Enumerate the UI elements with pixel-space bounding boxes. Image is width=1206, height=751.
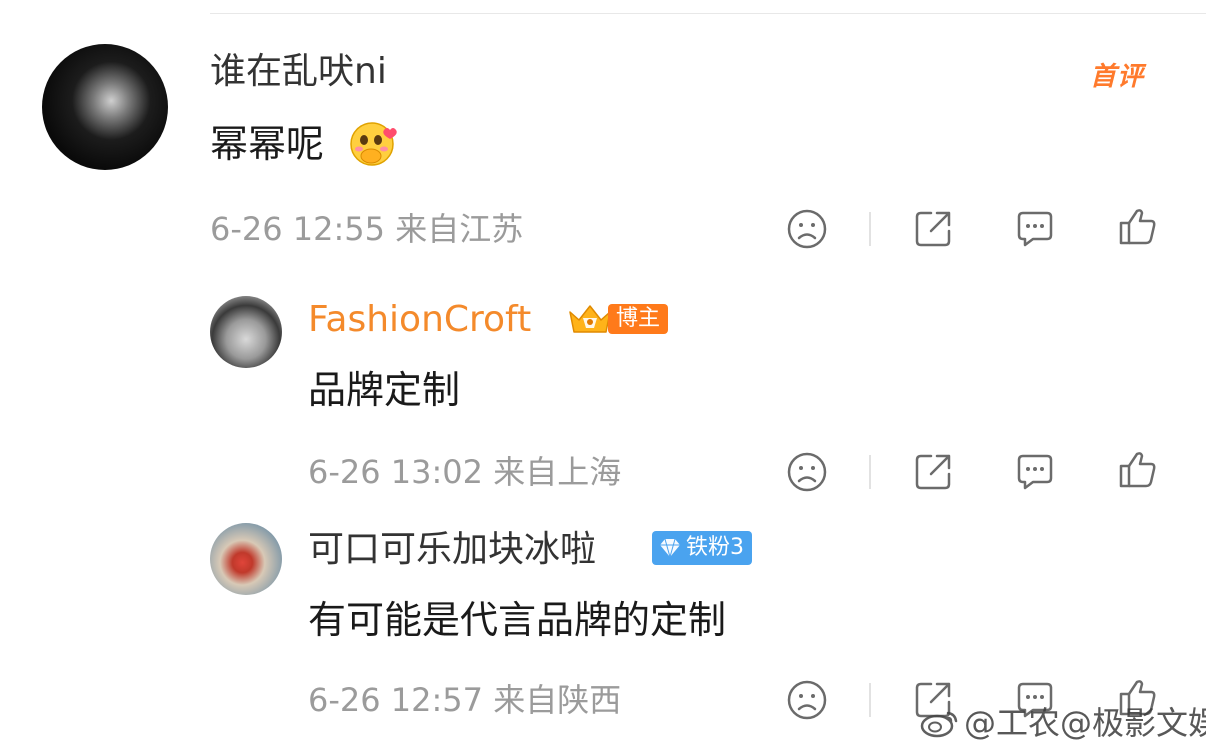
- comment-icon[interactable]: [1013, 450, 1057, 494]
- comment-meta: 6-26 12:55 来自江苏: [210, 210, 524, 248]
- share-icon[interactable]: [911, 450, 955, 494]
- username[interactable]: 谁在乱吠ni: [210, 50, 387, 94]
- watermark-text: @工农@极影文娱: [964, 704, 1206, 742]
- first-comment-badge: 首评: [1090, 62, 1145, 92]
- avatar[interactable]: [42, 44, 168, 170]
- like-icon[interactable]: [1115, 205, 1159, 249]
- comment-meta: 6-26 12:57 来自陕西: [308, 681, 622, 719]
- comment-text: 品牌定制: [308, 368, 461, 412]
- shy-blush-emoji-icon: [350, 122, 397, 166]
- blogger-badge: 博主: [566, 300, 669, 338]
- like-icon[interactable]: [1115, 448, 1159, 492]
- share-icon[interactable]: [911, 207, 955, 251]
- avatar[interactable]: [210, 296, 282, 368]
- comment-meta: 6-26 13:02 来自上海: [308, 453, 622, 491]
- weibo-logo-icon: [920, 711, 958, 738]
- blogger-badge-label: 博主: [608, 304, 669, 334]
- crown-icon: [569, 305, 611, 333]
- fan-badge: 铁粉3: [652, 531, 752, 565]
- fan-badge-label: 铁粉3: [686, 535, 744, 560]
- dislike-icon[interactable]: [785, 678, 829, 722]
- comment-text: 幂幂呢: [210, 122, 325, 166]
- comment-icon[interactable]: [1013, 207, 1057, 251]
- action-divider: [869, 683, 871, 717]
- top-divider: [210, 13, 1206, 14]
- username[interactable]: 可口可乐加块冰啦: [308, 528, 596, 572]
- action-divider: [869, 212, 871, 246]
- dislike-icon[interactable]: [785, 207, 829, 251]
- avatar[interactable]: [210, 523, 282, 595]
- watermark: @工农@极影文娱: [920, 703, 1206, 743]
- diamond-icon: [660, 538, 680, 559]
- action-divider: [869, 455, 871, 489]
- comment-text: 有可能是代言品牌的定制: [308, 598, 727, 642]
- username[interactable]: FashionCroft: [308, 298, 531, 342]
- dislike-icon[interactable]: [785, 450, 829, 494]
- weibo-comment-thread: 谁在乱吠ni 首评 幂幂呢 6-26 12:55 来自江苏 FashionCro…: [0, 0, 1206, 751]
